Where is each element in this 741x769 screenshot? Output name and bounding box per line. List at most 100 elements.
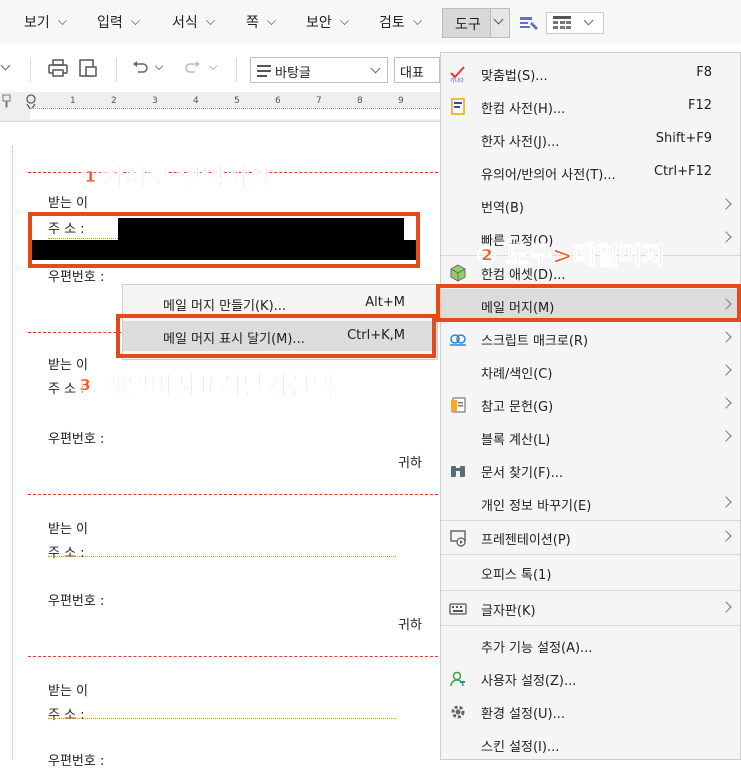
chevron-down-icon (493, 14, 504, 25)
ruler-number: 2 (111, 96, 117, 106)
menu-page[interactable]: 쪽 (246, 12, 276, 32)
chevron-down-icon (130, 16, 140, 25)
menu-item-hancom-dictionary[interactable]: 한컴 사전(H)... F12 (441, 90, 740, 123)
binoculars-icon (451, 466, 465, 477)
menu-item-label: 참고 문헌(G) (481, 400, 554, 415)
menu-item-skin-settings[interactable]: 스킨 설정(I)... (441, 728, 740, 761)
menu-item-user-settings[interactable]: 사용자 설정(Z)... (441, 662, 740, 695)
menu-format[interactable]: 서식 (172, 12, 215, 32)
menu-item-preferences[interactable]: 환경 설정(U)... (441, 695, 740, 728)
menu-item-thesaurus[interactable]: 유의어/반의어 사전(T)... Ctrl+F12 (441, 156, 740, 189)
menu-item-shortcut: F8 (696, 65, 712, 80)
menu-item-label: 한자 사전(J)... (481, 135, 560, 150)
toolbar-divider (116, 58, 117, 82)
menu-item-shortcut: Shift+F9 (655, 131, 712, 146)
recipient-label: 받는 이 (48, 522, 89, 537)
label-divider (28, 494, 438, 495)
menu-review[interactable]: 검토 (379, 12, 422, 32)
ruler-number: 9 (398, 96, 404, 106)
menu-item-label: 오피스 톡(1) (481, 568, 552, 583)
postal-code-label: 우편번호 : (48, 432, 105, 447)
menu-insert[interactable]: 입력 (97, 12, 140, 32)
menu-item-label: 추가 기능 설정(A)... (481, 641, 593, 656)
print-preview-icon[interactable] (78, 59, 98, 77)
menu-item-label: 유의어/반의어 사전(T)... (481, 168, 616, 183)
menu-item-label: 맞춤법(S)... (481, 69, 548, 84)
chevron-down-icon (412, 16, 422, 25)
menu-page-label: 쪽 (246, 15, 259, 31)
menu-item-keyboard-layout[interactable]: 글자판(K) (441, 592, 740, 625)
menu-item-hanja-dictionary[interactable]: 한자 사전(J)... Shift+F9 (441, 123, 740, 156)
menu-security-label: 보안 (306, 15, 332, 31)
chevron-down-icon[interactable] (0, 60, 11, 71)
postal-code-label: 우편번호 : (48, 270, 105, 285)
menu-item-shortcut: Alt+M (365, 295, 405, 310)
chevron-right-icon (720, 198, 732, 210)
menu-item-shortcut: Ctrl+F12 (653, 164, 712, 179)
address-underline (48, 718, 396, 719)
chevron-right-icon (720, 364, 732, 376)
address-label: 주 소 : (48, 546, 85, 561)
menu-item-label: 스킨 설정(I)... (481, 740, 560, 755)
chevron-right-icon (720, 530, 732, 542)
dictionary-icon (451, 98, 465, 115)
table-button[interactable] (546, 12, 604, 34)
page-margin-line (12, 146, 14, 760)
toolbar-divider (236, 58, 237, 82)
ruler-marker-icon (2, 94, 11, 108)
chevron-down-icon (583, 15, 594, 26)
cube-icon (450, 264, 466, 282)
chevron-right-icon (720, 231, 732, 243)
menu-item-translate[interactable]: 번역(B) (441, 189, 740, 222)
recipient-label: 받는 이 (48, 684, 89, 699)
menu-view[interactable]: 보기 (24, 12, 67, 32)
chevron-down-icon[interactable] (208, 61, 218, 71)
menu-item-toc-index[interactable]: 차례/색인(C) (441, 355, 740, 388)
menu-item-references[interactable]: 참고 문헌(G) (441, 388, 740, 421)
menu-security[interactable]: 보안 (306, 12, 349, 32)
print-icon[interactable] (48, 59, 68, 77)
ruler-number: 5 (234, 96, 240, 106)
menu-tools[interactable]: 도구 (442, 8, 510, 38)
menu-item-label: 블록 계산(L) (481, 433, 551, 448)
address-label: 주 소 : (48, 708, 85, 723)
chevron-down-icon[interactable] (154, 61, 164, 71)
table-icon (553, 16, 571, 29)
redo-icon[interactable] (183, 60, 201, 74)
toolbar-divider (30, 58, 31, 82)
submenu-highlight-box (116, 314, 436, 358)
chevron-down-icon (57, 16, 67, 25)
menu-item-presentation[interactable]: 프레젠테이션(P) (441, 521, 740, 554)
style-select[interactable]: 바탕글 (250, 57, 388, 83)
menu-item-addon-settings[interactable]: 추가 기능 설정(A)... (441, 629, 740, 662)
menu-item-office-talk[interactable]: 오피스 톡(1) (441, 556, 740, 589)
ruler-number: 7 (316, 96, 322, 106)
menu-item-label: 메일 머지 만들기(K)... (163, 299, 287, 314)
menu-item-spellcheck[interactable]: 가나다 맞춤법(S)... F8 (441, 57, 740, 90)
chevron-right-icon (720, 331, 732, 343)
chevron-down-icon (205, 16, 215, 25)
format-painter-icon[interactable] (518, 14, 540, 32)
menu-item-block-calc[interactable]: 블록 계산(L) (441, 421, 740, 454)
postal-code-label: 우편번호 : (48, 594, 105, 609)
honorific-label: 귀하 (398, 618, 422, 633)
menu-highlight-box (436, 284, 741, 322)
tools-dropdown-menu: 가나다 맞춤법(S)... F8 한컴 사전(H)... F12 한자 사전(J… (440, 52, 741, 760)
ruler-scale (30, 108, 440, 119)
selection-highlight-box (28, 212, 420, 268)
chevron-right-icon (720, 397, 732, 409)
chevron-right-icon (720, 430, 732, 442)
menu-item-script-macro[interactable]: 스크립트 매크로(R) (441, 322, 740, 355)
svg-text:가나다: 가나다 (450, 77, 464, 83)
menu-tools-dropdown[interactable] (490, 9, 509, 37)
label-divider (28, 656, 438, 657)
undo-icon[interactable] (132, 60, 150, 74)
menu-bar: 보기 입력 서식 쪽 보안 검토 도구 (0, 0, 741, 44)
spellcheck-icon: 가나다 (450, 66, 465, 83)
menu-divider (441, 625, 740, 626)
font-select[interactable]: 대표 (394, 57, 440, 83)
style-select-value: 바탕글 (275, 66, 311, 81)
menu-item-find-document[interactable]: 문서 찾기(F)... (441, 454, 740, 487)
menu-item-change-personal-info[interactable]: 개인 정보 바꾸기(E) (441, 487, 740, 520)
chevron-right-icon (720, 601, 732, 613)
